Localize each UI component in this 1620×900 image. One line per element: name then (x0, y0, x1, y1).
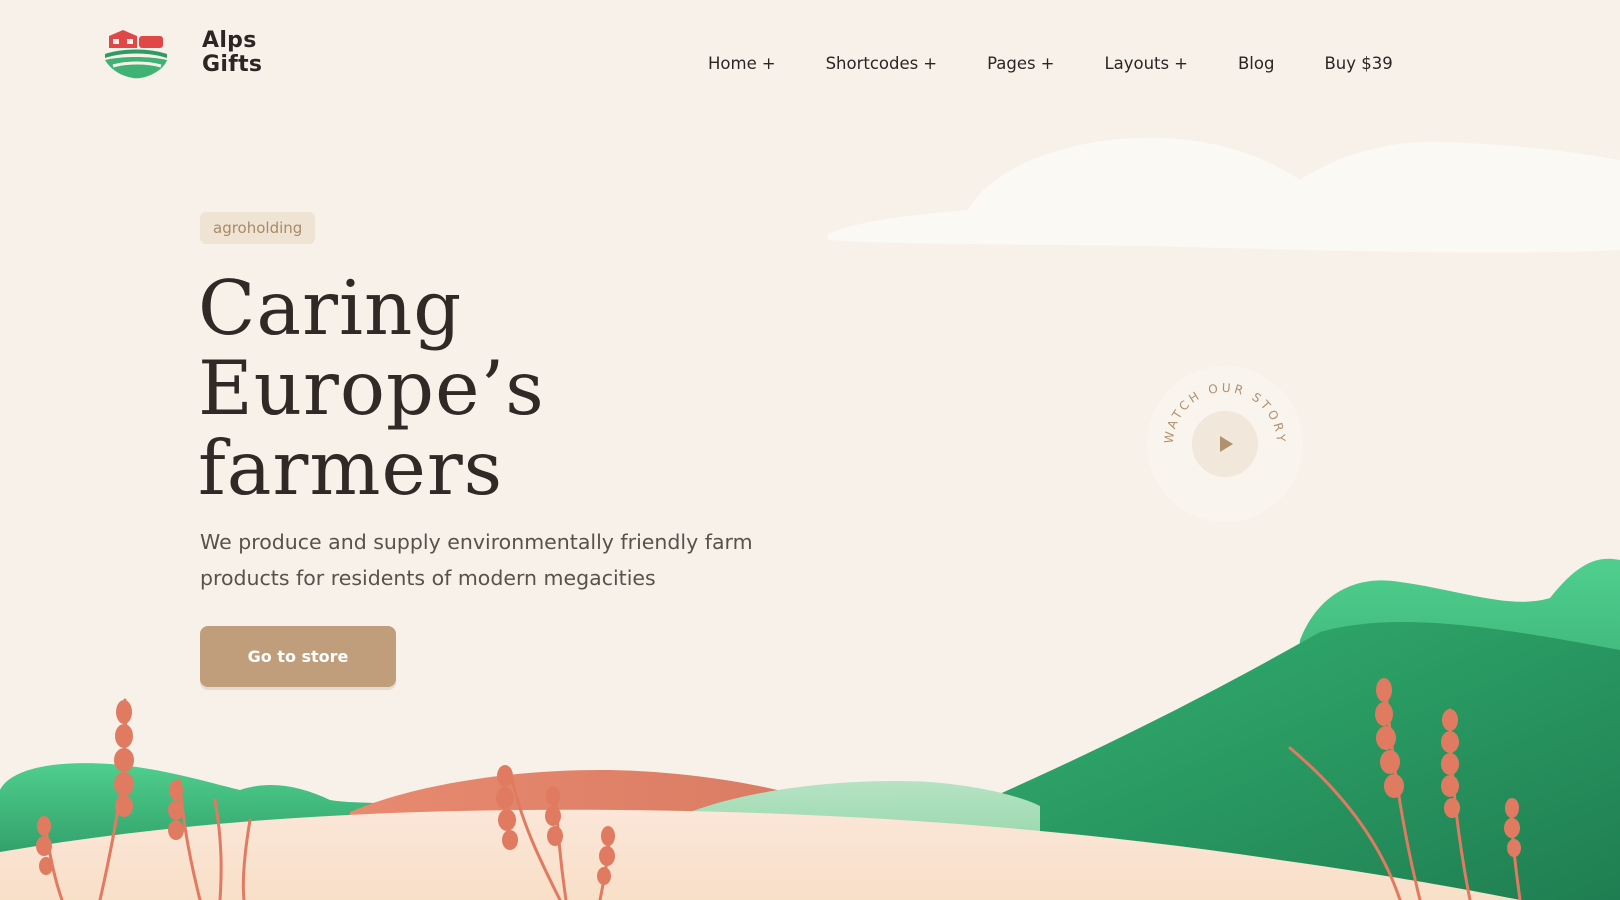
farm-logo-icon (105, 30, 167, 79)
hero-title: Caring Europe’s farmers (198, 268, 898, 508)
category-tag: agroholding (200, 212, 316, 244)
nav-item-label: Buy $39 (1324, 54, 1393, 73)
hero-title-line2: Europe’s (198, 344, 545, 432)
brand-name-line2: Gifts (202, 52, 263, 77)
main-nav: Home + Shortcodes + Pages + Layouts + Blog B… (708, 52, 1393, 76)
nav-item-label: Home (708, 54, 757, 73)
nav-item-label: Blog (1237, 54, 1275, 73)
submenu-plus-icon: + (1040, 54, 1055, 73)
page: Alps Gifts Home + Shortcodes + Pages + Layo… (0, 0, 1620, 900)
nav-item-label: Shortcodes (825, 54, 919, 73)
nav-item-pages[interactable]: Pages + (987, 52, 1054, 76)
nav-item-home[interactable]: Home + (708, 52, 776, 76)
hero-title-line1: Caring (198, 264, 463, 352)
go-to-store-button[interactable]: Go to store (200, 626, 396, 687)
brand-name: Alps Gifts (202, 29, 262, 77)
nav-item-label: Pages (987, 54, 1036, 73)
submenu-plus-icon: + (761, 54, 776, 73)
nav-item-layouts[interactable]: Layouts + (1104, 52, 1188, 76)
submenu-plus-icon: + (1174, 54, 1188, 73)
brand-name-line1: Alps (202, 28, 257, 53)
nav-item-label: Layouts (1104, 54, 1170, 73)
watch-story-button[interactable]: WATCH OUR STORY (1145, 364, 1305, 524)
hero-subtitle: We produce and supply environmentally fr… (200, 530, 753, 590)
cloud (828, 137, 1620, 253)
nav-item-buy[interactable]: Buy $39 (1324, 52, 1392, 76)
submenu-plus-icon: + (923, 54, 938, 73)
hero-title-line3: farmers (198, 424, 504, 512)
nav-item-shortcodes[interactable]: Shortcodes + (826, 52, 938, 76)
wheat-left-1 (114, 700, 134, 817)
brand-logo[interactable]: Alps Gifts (103, 26, 262, 80)
nav-item-blog[interactable]: Blog (1238, 52, 1274, 76)
